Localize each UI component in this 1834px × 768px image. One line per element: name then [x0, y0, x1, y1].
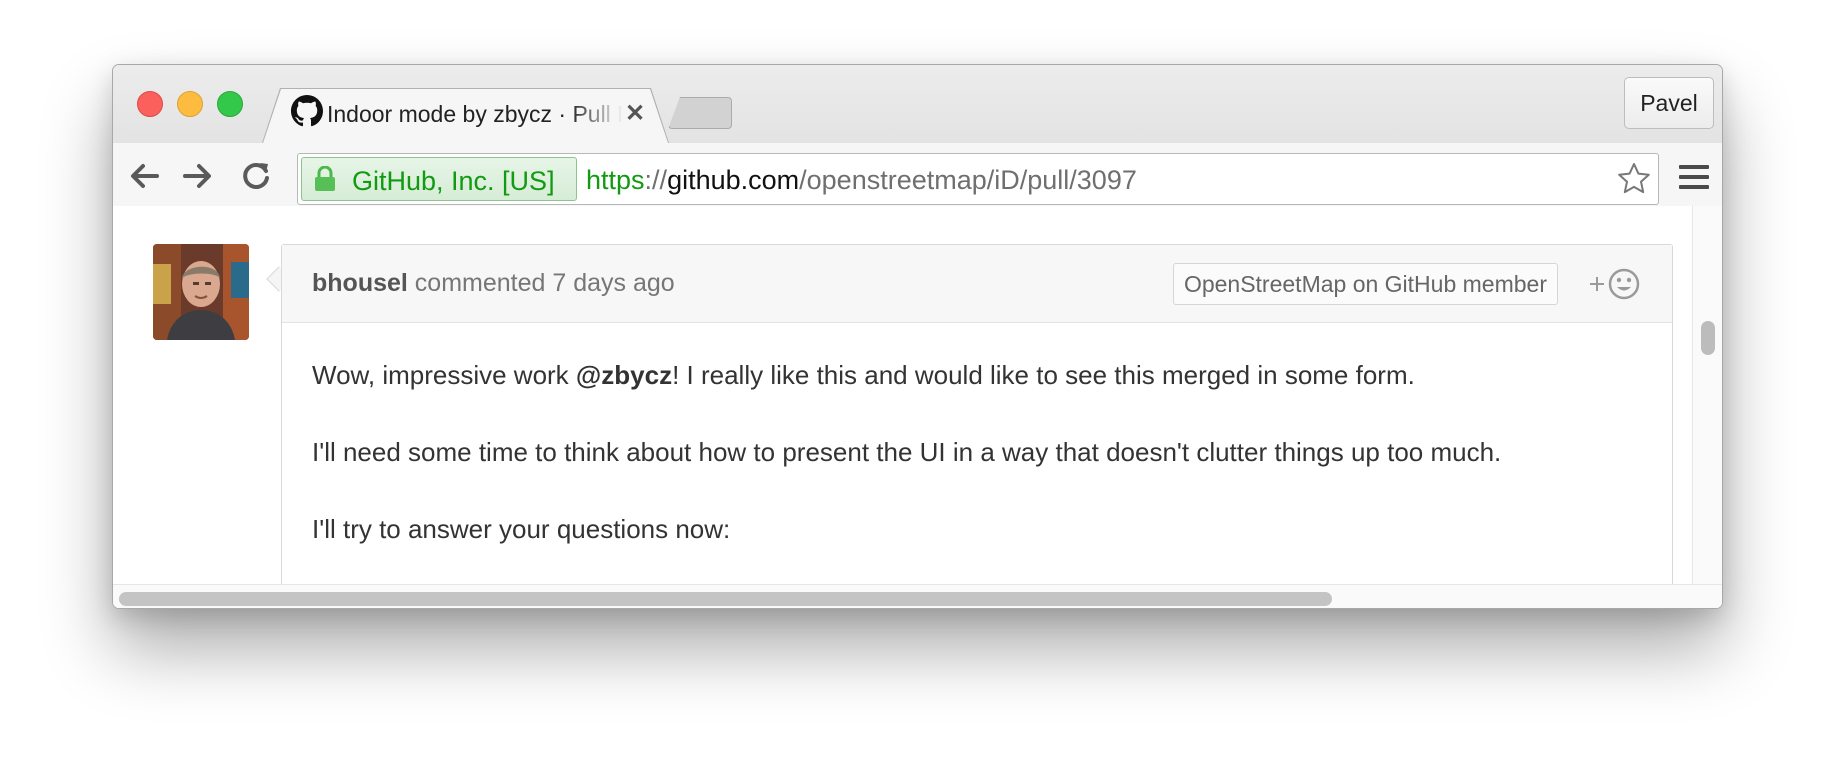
url-scheme: https — [586, 165, 645, 195]
ev-label: GitHub, Inc. [US] — [352, 166, 555, 196]
page-content: bhousel commented 7 days ago OpenStreetM… — [113, 206, 1722, 608]
toolbar: GitHub, Inc. [US] https://github.com/ope… — [113, 143, 1722, 206]
comment-paragraph: Wow, impressive work @zbycz! I really li… — [312, 355, 1652, 395]
paragraph-text: Wow, impressive work — [312, 360, 576, 390]
comment-card: bhousel commented 7 days ago OpenStreetM… — [281, 244, 1673, 608]
add-reaction-icon[interactable] — [1586, 267, 1642, 301]
member-badge: OpenStreetMap on GitHub member — [1172, 263, 1558, 305]
vertical-scroll-thumb[interactable] — [1701, 321, 1715, 355]
new-tab-button[interactable] — [668, 97, 732, 129]
minimize-window-button[interactable] — [177, 91, 203, 117]
menu-icon[interactable] — [1678, 163, 1710, 191]
tab-title: Indoor mode by zbycz · Pull Request #309… — [327, 101, 623, 127]
tab-close-icon[interactable]: ✕ — [625, 99, 645, 128]
reload-icon[interactable] — [239, 159, 273, 193]
vertical-scrollbar[interactable] — [1692, 206, 1722, 586]
comment-header: bhousel commented 7 days ago OpenStreetM… — [282, 245, 1672, 323]
close-window-button[interactable] — [137, 91, 163, 117]
address-bar[interactable]: GitHub, Inc. [US] https://github.com/ope… — [297, 153, 1659, 205]
back-icon[interactable] — [127, 159, 161, 193]
url-text: https://github.com/openstreetmap/iD/pull… — [586, 165, 1137, 196]
profile-button[interactable]: Pavel — [1624, 77, 1714, 129]
comment-time[interactable]: 7 days ago — [552, 269, 674, 297]
comment-meta: bhousel commented 7 days ago — [312, 269, 675, 298]
comment-paragraph: I'll need some time to think about how t… — [312, 437, 1502, 467]
url-separator: :// — [644, 165, 668, 195]
lock-icon — [315, 166, 335, 191]
comment-body: Wow, impressive work @zbycz! I really li… — [312, 355, 1652, 586]
paragraph-text: ! I really like this and would like to s… — [672, 360, 1415, 390]
url-host: github.com — [667, 165, 800, 195]
comment-author[interactable]: bhousel — [312, 269, 408, 297]
star-icon[interactable] — [1616, 161, 1652, 197]
ev-certificate-badge[interactable]: GitHub, Inc. [US] — [301, 157, 577, 201]
maximize-window-button[interactable] — [217, 91, 243, 117]
comment-paragraph: I'll try to answer your questions now: — [312, 514, 731, 544]
url-path: /openstreetmap/iD/pull/3097 — [799, 165, 1137, 195]
github-icon — [291, 95, 323, 127]
horizontal-scrollbar[interactable] — [113, 584, 1722, 608]
browser-window: Indoor mode by zbycz · Pull Request #309… — [112, 64, 1723, 609]
horizontal-scroll-thumb[interactable] — [119, 592, 1332, 606]
avatar[interactable] — [153, 244, 249, 340]
comment-action: commented — [414, 269, 546, 297]
user-mention[interactable]: @zbycz — [576, 360, 672, 390]
forward-icon[interactable] — [181, 159, 215, 193]
